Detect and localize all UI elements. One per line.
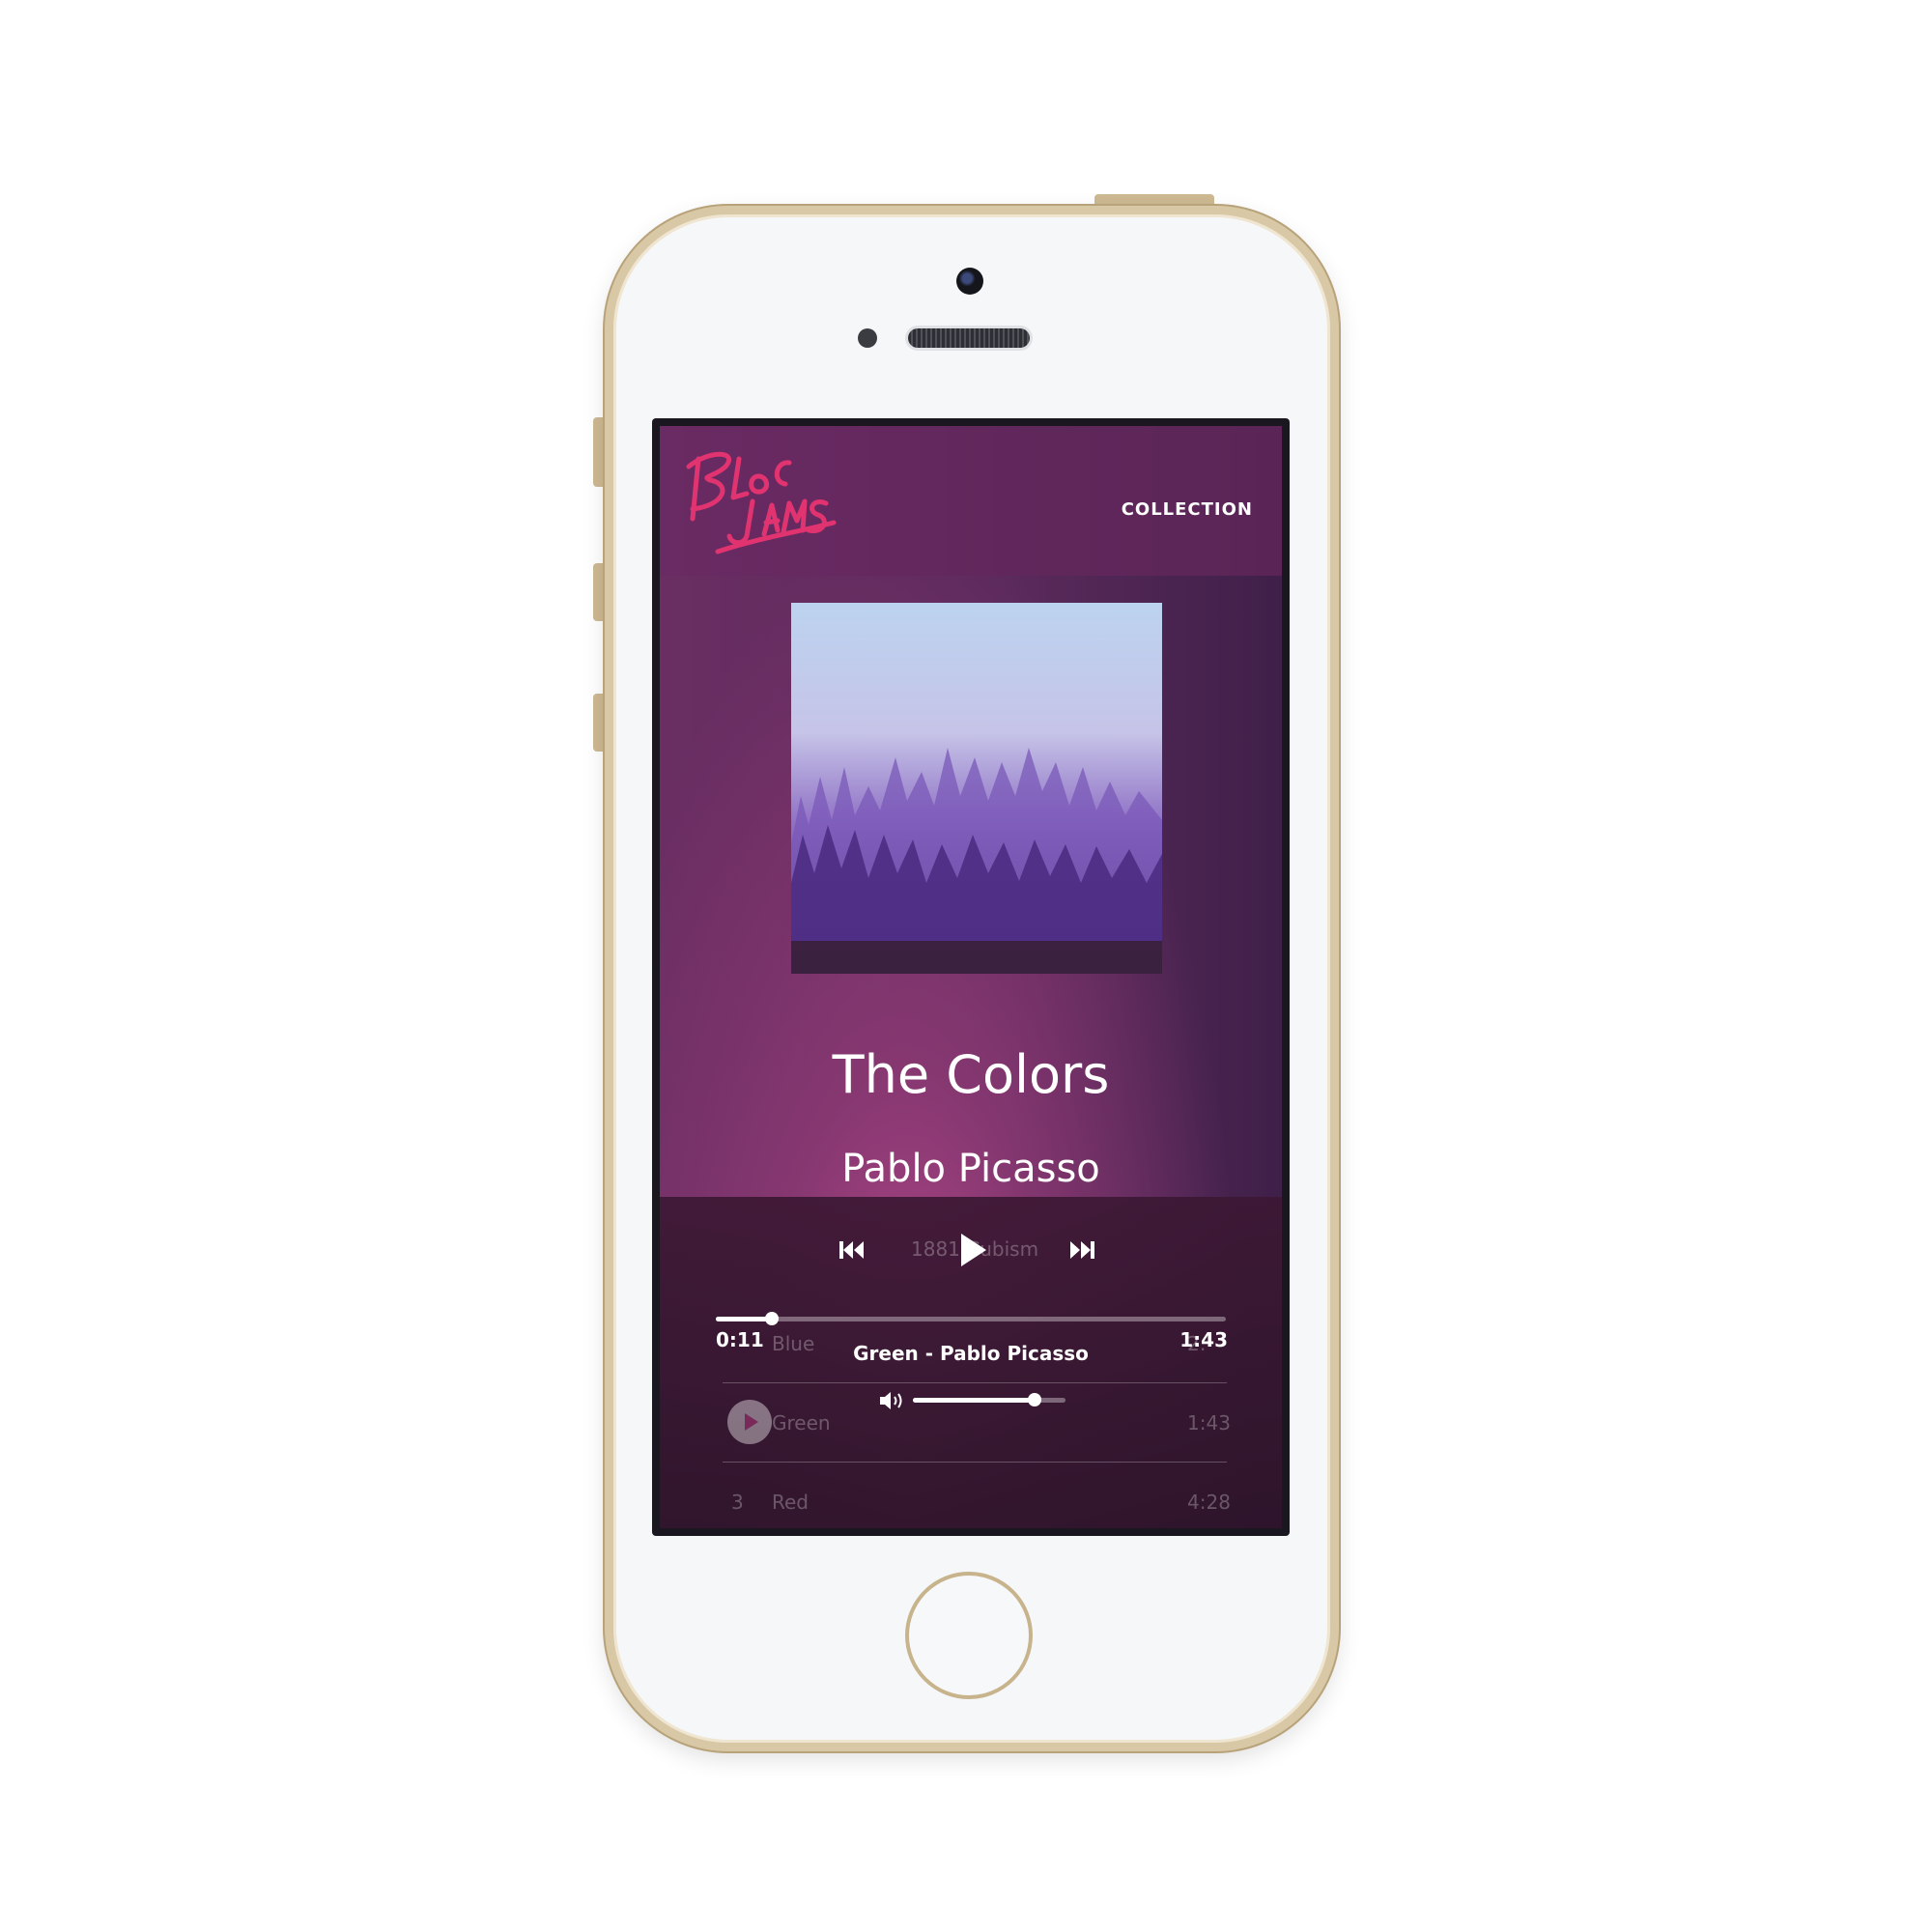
navbar: COLLECTION bbox=[660, 426, 1282, 576]
earpiece-speaker bbox=[908, 328, 1030, 348]
bloc-jams-app: COLLECTION The Colors Pablo Picasso 1881… bbox=[660, 426, 1282, 1528]
seek-bar[interactable] bbox=[716, 1312, 1226, 1325]
album-title: The Colors bbox=[832, 1044, 1110, 1105]
song-number-3: 3 bbox=[731, 1491, 744, 1514]
phone-screen: COLLECTION The Colors Pablo Picasso 1881… bbox=[652, 418, 1290, 1536]
volume-bar-thumb[interactable] bbox=[1028, 1393, 1042, 1406]
now-playing-label: Green - Pablo Picasso bbox=[853, 1342, 1089, 1365]
camera-icon bbox=[956, 268, 983, 295]
next-icon[interactable] bbox=[1069, 1239, 1094, 1264]
song-divider bbox=[723, 1382, 1227, 1383]
song-title-3: Red bbox=[772, 1491, 809, 1514]
nav-collection-link[interactable]: COLLECTION bbox=[1122, 499, 1253, 520]
album-cover-art bbox=[791, 603, 1162, 974]
player-bar: 1881 Cubism Blue 2: Green 1:43 3 Red 4:2… bbox=[660, 1197, 1282, 1528]
home-button bbox=[905, 1572, 1033, 1699]
play-icon[interactable] bbox=[959, 1232, 988, 1272]
song-duration-2: 1:43 bbox=[1187, 1411, 1231, 1435]
song-duration-3: 4:28 bbox=[1187, 1491, 1231, 1514]
song-title-2: Green bbox=[772, 1411, 831, 1435]
bloc-jams-logo[interactable] bbox=[671, 438, 840, 563]
volume-bar[interactable] bbox=[913, 1393, 1065, 1406]
volume-bar-fill bbox=[913, 1398, 1036, 1403]
previous-icon[interactable] bbox=[839, 1239, 865, 1264]
song-divider bbox=[723, 1462, 1227, 1463]
seek-bar-thumb[interactable] bbox=[765, 1312, 780, 1325]
song-play-button[interactable] bbox=[727, 1400, 772, 1444]
proximity-sensor bbox=[858, 328, 877, 348]
album-artist: Pablo Picasso bbox=[841, 1147, 1100, 1191]
seek-bar-fill bbox=[716, 1317, 773, 1321]
volume-icon[interactable] bbox=[878, 1390, 905, 1415]
